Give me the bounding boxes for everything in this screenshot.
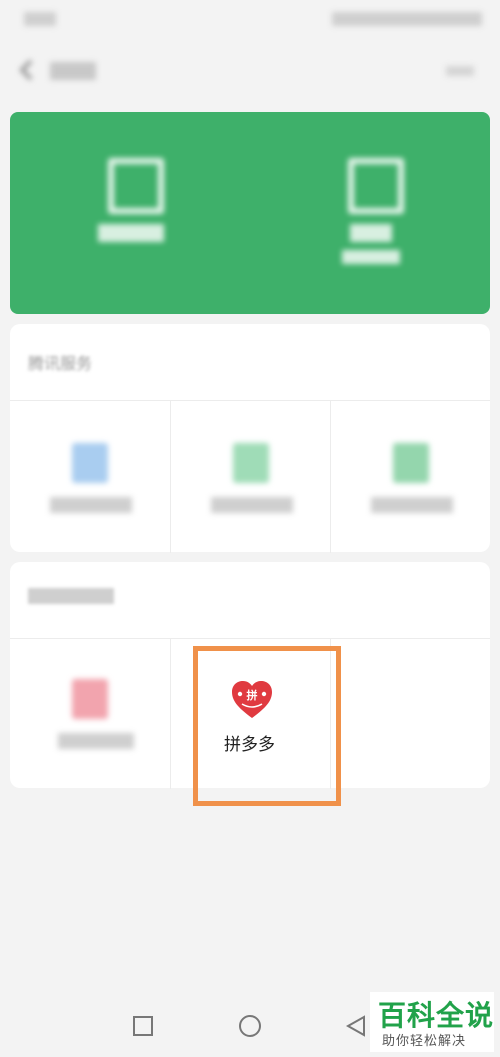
service-label <box>50 497 132 513</box>
highlight-box <box>193 646 341 806</box>
wallet-icon <box>348 158 404 214</box>
service-icon <box>72 679 108 719</box>
service-icon <box>233 443 269 483</box>
pay-label <box>98 224 164 242</box>
service-icon <box>72 443 108 483</box>
tencent-services-section: 腾讯服务 <box>10 324 490 553</box>
back-arrow-icon[interactable] <box>16 58 38 82</box>
empty-cell <box>330 639 491 789</box>
wallet-card <box>10 112 490 314</box>
wallet-label <box>350 224 392 242</box>
service-item[interactable] <box>10 639 170 789</box>
wallet-button[interactable] <box>250 112 490 314</box>
service-item[interactable] <box>170 401 331 553</box>
page-title <box>50 62 96 80</box>
service-item[interactable] <box>330 401 491 553</box>
pay-button[interactable] <box>10 112 250 314</box>
qr-pay-icon <box>108 158 164 214</box>
wallet-balance <box>342 250 400 264</box>
status-time <box>24 12 56 26</box>
section-title-tencent: 腾讯服务 <box>28 354 93 373</box>
home-icon[interactable] <box>238 1014 262 1038</box>
tencent-services-grid <box>10 400 490 553</box>
section-title-third-party <box>28 588 114 604</box>
service-icon <box>393 443 429 483</box>
more-icon[interactable] <box>446 66 474 76</box>
watermark: 百科全说 助你轻松解决 <box>370 992 494 1052</box>
status-icons <box>332 12 482 26</box>
recent-apps-icon[interactable] <box>131 1014 155 1038</box>
service-item[interactable] <box>10 401 170 553</box>
status-bar <box>0 0 500 40</box>
watermark-title: 百科全说 <box>378 999 495 1032</box>
service-label <box>211 497 293 513</box>
watermark-subtitle: 助你轻松解决 <box>382 1034 467 1049</box>
service-label <box>371 497 453 513</box>
service-label <box>58 733 134 749</box>
back-nav-icon[interactable] <box>344 1014 368 1038</box>
